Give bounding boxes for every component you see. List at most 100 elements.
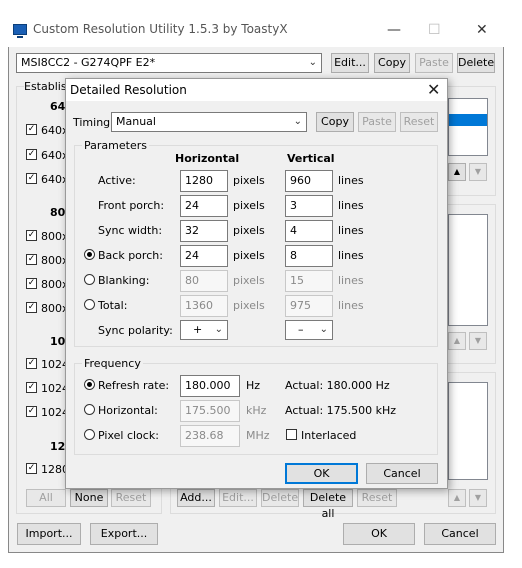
refresh-rate-radio[interactable] [84,379,95,390]
delete-all-button[interactable]: Delete all [303,489,353,520]
reset-established-button[interactable]: Reset [111,489,151,507]
detailed-list[interactable] [448,214,488,326]
move-down-button[interactable]: ▼ [469,163,487,181]
checkbox[interactable]: ✓ [26,254,37,265]
total-v-input[interactable]: 975 [285,295,333,317]
active-v-input[interactable]: 960 [285,170,333,192]
lines-unit: lines [338,274,364,287]
move-down-button[interactable]: ▼ [469,332,487,350]
blanking-radio[interactable] [84,274,95,285]
total-h-input[interactable]: 1360 [180,295,228,317]
checkbox[interactable]: ✓ [26,406,37,417]
refresh-rate-label: Refresh rate: [98,379,170,392]
pixels-unit: pixels [233,299,265,312]
sync-width-v-input[interactable]: 4 [285,220,333,242]
pixels-unit: pixels [233,274,265,287]
checkbox[interactable]: ✓ [26,149,37,160]
reset-resolutions-button[interactable]: Reset [357,489,397,507]
checkbox[interactable]: ✓ [26,230,37,241]
front-porch-h-input[interactable]: 24 [180,195,228,217]
chevron-down-icon: ⌄ [214,324,223,335]
established-resolutions-label: Establis [24,80,69,94]
none-button[interactable]: None [70,489,108,507]
vertical-header: Vertical [287,152,335,165]
checkbox[interactable]: ✓ [26,124,37,135]
resolution-list[interactable] [448,98,488,156]
move-up-button[interactable]: ▲ [448,489,466,507]
hz-unit: Hz [246,379,261,392]
selected-list-row[interactable] [449,114,487,126]
pixel-clock-input[interactable]: 238.68 [180,425,240,447]
h-polarity-value: + [193,323,203,336]
dialog-title: Detailed Resolution [70,83,187,97]
cancel-button[interactable]: Cancel [424,523,496,545]
checkbox[interactable]: ✓ [26,382,37,393]
horizontal-frequency-radio[interactable] [84,404,95,415]
dialog-ok-button[interactable]: OK [285,463,358,484]
export-button[interactable]: Export... [90,523,158,545]
ok-button[interactable]: OK [343,523,415,545]
edit-monitor-button[interactable]: Edit... [331,53,369,73]
paste-timing-button[interactable]: Paste [358,112,396,132]
checkbox[interactable]: ✓ [26,278,37,289]
move-up-button[interactable]: ▲ [448,163,466,181]
lines-unit: lines [338,249,364,262]
back-porch-label: Back porch: [98,249,163,262]
h-polarity-select[interactable]: + ⌄ [180,320,228,340]
delete-monitor-button[interactable]: Delete [457,53,495,73]
timing-label: Timing: [73,116,114,129]
horizontal-header: Horizontal [175,152,240,165]
lines-unit: lines [338,224,364,237]
minimize-button[interactable]: — [387,22,401,38]
blanking-h-input[interactable]: 80 [180,270,228,292]
horizontal-frequency-input[interactable]: 175.500 [180,400,240,422]
active-h-input[interactable]: 1280 [180,170,228,192]
delete-resolution-button[interactable]: Delete [261,489,299,507]
dialog-close-icon[interactable]: ✕ [427,80,440,99]
total-radio[interactable] [84,299,95,310]
dialog-cancel-button[interactable]: Cancel [366,463,438,484]
back-porch-h-input[interactable]: 24 [180,245,228,267]
active-label: Active: [98,174,136,187]
add-resolution-button[interactable]: Add... [177,489,215,507]
sync-width-h-input[interactable]: 32 [180,220,228,242]
reset-timing-button[interactable]: Reset [400,112,438,132]
copy-monitor-button[interactable]: Copy [374,53,410,73]
pixels-unit: pixels [233,249,265,262]
front-porch-v-input[interactable]: 3 [285,195,333,217]
frequency-label: Frequency [82,357,143,371]
maximize-button[interactable]: ☐ [428,22,441,38]
all-button[interactable]: All [26,489,66,507]
close-button[interactable]: ✕ [476,22,488,38]
refresh-rate-input[interactable]: 180.000 [180,375,240,397]
timing-select-value: Manual [116,115,156,128]
back-porch-v-input[interactable]: 8 [285,245,333,267]
lines-unit: lines [338,199,364,212]
total-label: Total: [98,299,128,312]
pixel-clock-radio[interactable] [84,429,95,440]
parameters-label: Parameters [82,139,149,153]
checkbox[interactable]: ✓ [26,302,37,313]
extension-list[interactable] [448,382,488,480]
monitor-select[interactable]: MSI8CC2 - G274QPF E2* ⌄ [16,53,322,73]
pixel-clock-label: Pixel clock: [98,429,159,442]
checkbox[interactable]: ✓ [26,173,37,184]
v-polarity-value: – [298,323,304,336]
import-button[interactable]: Import... [17,523,81,545]
timing-select[interactable]: Manual ⌄ [111,112,307,132]
move-down-button[interactable]: ▼ [469,489,487,507]
copy-timing-button[interactable]: Copy [316,112,354,132]
front-porch-label: Front porch: [98,199,165,212]
checkbox[interactable]: ✓ [26,358,37,369]
checkbox[interactable]: ✓ [26,463,37,474]
v-polarity-select[interactable]: – ⌄ [285,320,333,340]
paste-monitor-button[interactable]: Paste [415,53,453,73]
edit-resolution-button[interactable]: Edit... [219,489,257,507]
blanking-v-input[interactable]: 15 [285,270,333,292]
monitor-select-value: MSI8CC2 - G274QPF E2* [21,56,156,69]
move-up-button[interactable]: ▲ [448,332,466,350]
mhz-unit: MHz [246,429,270,442]
interlaced-label: Interlaced [301,429,357,442]
interlaced-checkbox[interactable] [286,429,297,440]
back-porch-radio[interactable] [84,249,95,260]
